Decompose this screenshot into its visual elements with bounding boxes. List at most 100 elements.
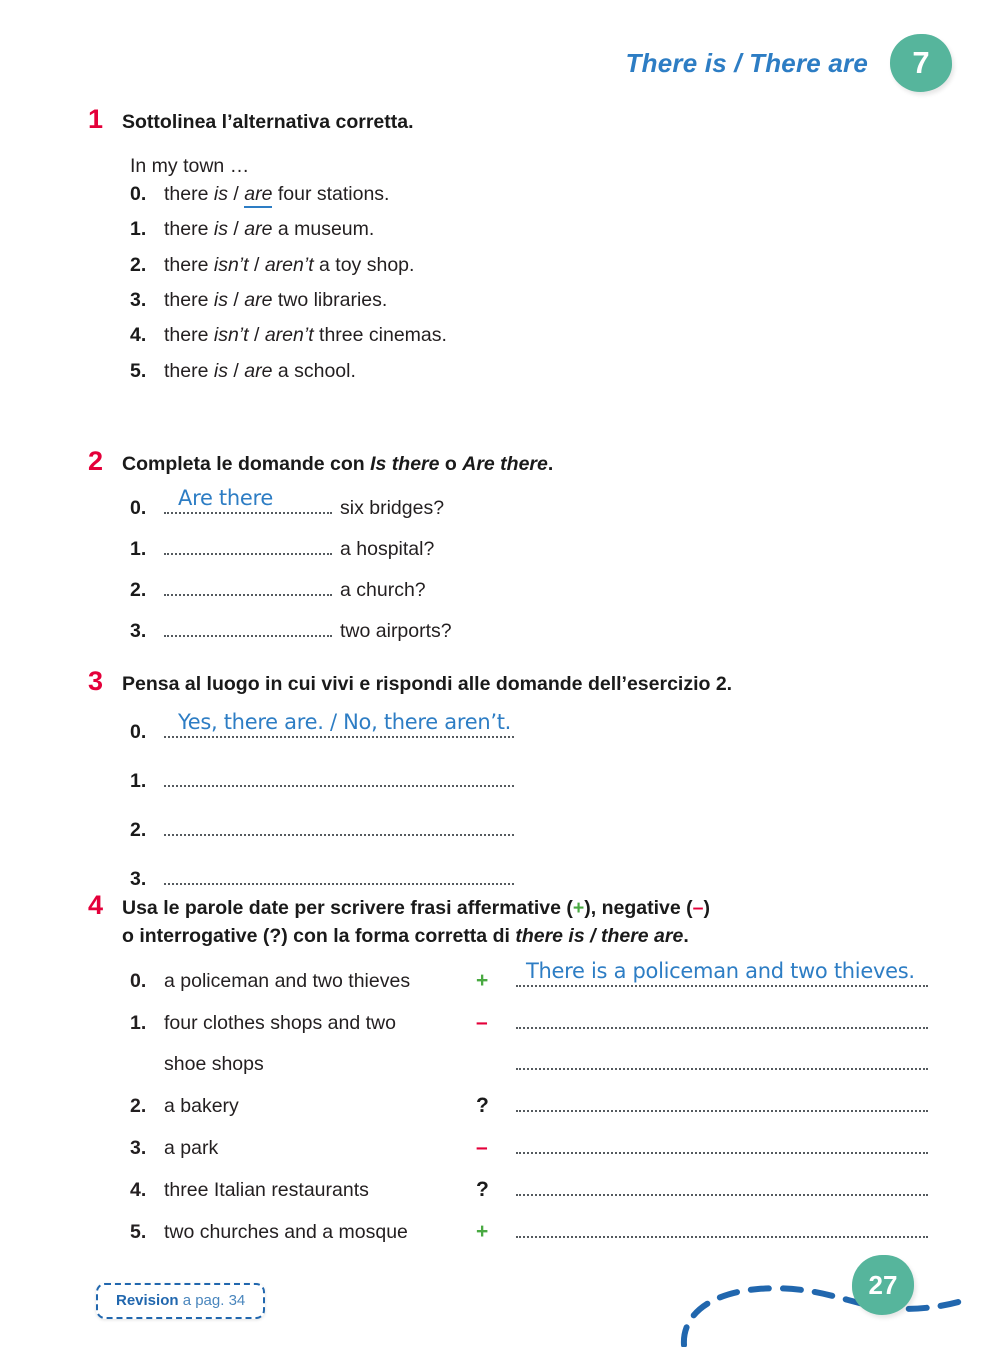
exercise-4-number: 4 bbox=[88, 890, 104, 920]
list-item[interactable]: 0. Are there six bridges? bbox=[130, 486, 928, 520]
option-a[interactable]: isn’t bbox=[214, 324, 249, 346]
answer-text: Are there bbox=[178, 486, 273, 511]
answer-text: Yes, there are. / No, there aren’t. bbox=[178, 710, 512, 735]
item-text: there is / are four stations. bbox=[164, 182, 389, 208]
answer-blank[interactable] bbox=[164, 766, 514, 788]
answer-blank[interactable] bbox=[164, 534, 332, 556]
plus-icon: + bbox=[572, 897, 585, 919]
list-item[interactable]: 1. four clothes shops and two – bbox=[130, 1006, 928, 1036]
answer-blank[interactable] bbox=[516, 1173, 928, 1196]
exercise-3: 3 Pensa al luogo in cui vivi e rispondi … bbox=[88, 668, 928, 912]
minus-icon: – bbox=[692, 897, 704, 919]
answer-blank[interactable] bbox=[164, 616, 332, 637]
option-b[interactable]: aren’t bbox=[265, 254, 314, 276]
answer-blank[interactable] bbox=[516, 1090, 928, 1113]
option-a[interactable]: is bbox=[214, 183, 228, 205]
list-item[interactable]: 3. a park – bbox=[130, 1132, 928, 1162]
page-number-badge: 27 bbox=[852, 1255, 914, 1315]
exercise-1-items: 0. there is / are four stations. 1. ther… bbox=[130, 182, 928, 383]
decorative-dashed-curve-icon bbox=[680, 1285, 962, 1347]
item-text: there is / are a museum. bbox=[164, 218, 375, 241]
item-number: 5. bbox=[130, 1220, 147, 1243]
item-text: there isn’t / aren’t a toy shop. bbox=[164, 253, 415, 276]
option-b-selected[interactable]: are bbox=[244, 182, 273, 208]
answer-blank[interactable] bbox=[164, 864, 514, 885]
item-text: there isn’t / aren’t three cinemas. bbox=[164, 324, 447, 347]
item-number: 0. bbox=[130, 182, 147, 205]
exercise-1-lead-in: In my town … bbox=[130, 154, 250, 177]
answer-blank[interactable] bbox=[516, 1132, 928, 1154]
exercise-2-instruction: Completa le domande con Is there o Are t… bbox=[122, 453, 554, 475]
item-text: there is / are a school. bbox=[164, 359, 356, 382]
item-words: a policeman and two thieves bbox=[164, 969, 411, 992]
item-text: six bridges? bbox=[340, 497, 445, 520]
list-item[interactable]: 3. bbox=[130, 864, 928, 891]
list-item[interactable]: 3. there is / are two libraries. bbox=[130, 289, 928, 311]
answer-blank-continuation[interactable] bbox=[516, 1048, 928, 1071]
exercise-3-instruction: Pensa al luogo in cui vivi e rispondi al… bbox=[122, 673, 733, 695]
option-a[interactable]: is bbox=[214, 360, 228, 382]
list-item[interactable]: 2. a church? bbox=[130, 575, 928, 602]
page-header: There is / There are 7 bbox=[626, 34, 952, 92]
item-words: a bakery bbox=[164, 1095, 239, 1118]
item-number: 3. bbox=[130, 289, 147, 311]
exercise-4-heading: 4 Usa le parole date per scrivere frasi … bbox=[88, 892, 928, 950]
list-item[interactable]: 5. there is / are a school. bbox=[130, 359, 928, 382]
exercise-1-number: 1 bbox=[88, 104, 104, 134]
option-a[interactable]: is bbox=[214, 289, 228, 311]
answer-blank[interactable] bbox=[516, 1006, 928, 1029]
unit-title: There is / There are bbox=[625, 47, 868, 78]
item-number: 4. bbox=[130, 324, 147, 347]
item-words: a park bbox=[164, 1136, 219, 1159]
exercise-2: 2 Completa le domande con Is there o Are… bbox=[88, 448, 928, 656]
answer-text: There is a policeman and two thieves. bbox=[526, 958, 915, 983]
answer-blank[interactable] bbox=[164, 815, 514, 837]
answer-blank[interactable]: There is a policeman and two thieves. bbox=[516, 959, 928, 987]
list-item[interactable]: 2. there isn’t / aren’t a toy shop. bbox=[130, 253, 928, 276]
list-item[interactable]: 1. there is / are a museum. bbox=[130, 218, 928, 241]
page-number-area: 27 bbox=[662, 1227, 962, 1347]
sign-question-icon: ? bbox=[476, 1177, 489, 1201]
sign-plus-icon: + bbox=[476, 968, 489, 992]
item-number: 2. bbox=[130, 579, 147, 602]
item-number: 2. bbox=[130, 253, 147, 276]
list-item-continuation: shoe shops bbox=[130, 1048, 928, 1078]
unit-number-badge: 7 bbox=[890, 34, 952, 92]
item-text: a church? bbox=[340, 579, 426, 602]
exercise-3-heading: 3 Pensa al luogo in cui vivi e rispondi … bbox=[88, 668, 928, 699]
answer-blank[interactable] bbox=[164, 575, 332, 597]
option-b[interactable]: are bbox=[244, 218, 272, 240]
item-number: 3. bbox=[130, 1136, 147, 1159]
list-item[interactable]: 1. bbox=[130, 766, 928, 793]
list-item[interactable]: 0. a policeman and two thieves + There i… bbox=[130, 959, 928, 994]
item-text: there is / are two libraries. bbox=[164, 289, 388, 311]
sign-minus-icon: – bbox=[476, 1010, 488, 1034]
list-item[interactable]: 2. bbox=[130, 815, 928, 842]
list-item[interactable]: 4. there isn’t / aren’t three cinemas. bbox=[130, 324, 928, 347]
list-item[interactable]: 0. there is / are four stations. bbox=[130, 182, 928, 208]
item-number: 1. bbox=[130, 1011, 147, 1034]
option-a[interactable]: isn’t bbox=[214, 254, 249, 276]
list-item[interactable]: 3. two airports? bbox=[130, 616, 928, 643]
sign-minus-icon: – bbox=[476, 1135, 488, 1159]
list-item[interactable]: 1. a hospital? bbox=[130, 534, 928, 561]
option-b[interactable]: are bbox=[244, 289, 272, 311]
item-number: 0. bbox=[130, 969, 147, 992]
list-item[interactable]: 0. Yes, there are. / No, there aren’t. bbox=[130, 710, 928, 744]
item-number: 0. bbox=[130, 721, 147, 744]
option-a[interactable]: is bbox=[214, 218, 228, 240]
option-b[interactable]: are bbox=[244, 360, 272, 382]
item-number: 4. bbox=[130, 1178, 147, 1201]
answer-blank[interactable]: Are there bbox=[164, 486, 332, 515]
item-number: 2. bbox=[130, 1095, 147, 1118]
revision-reference-tag[interactable]: Revision a pag. 34 bbox=[96, 1283, 266, 1319]
list-item[interactable]: 4. three Italian restaurants ? bbox=[130, 1173, 928, 1203]
answer-blank[interactable]: Yes, there are. / No, there aren’t. bbox=[164, 710, 514, 739]
exercise-2-heading: 2 Completa le domande con Is there o Are… bbox=[88, 448, 928, 479]
item-number: 0. bbox=[130, 497, 147, 520]
option-b[interactable]: aren’t bbox=[265, 324, 314, 346]
revision-page-ref: a pag. 34 bbox=[178, 1292, 246, 1309]
list-item[interactable]: 2. a bakery ? bbox=[130, 1090, 928, 1120]
exercise-1: 1 Sottolinea l’alternativa corretta. In … bbox=[88, 106, 928, 396]
item-number: 1. bbox=[130, 770, 147, 793]
